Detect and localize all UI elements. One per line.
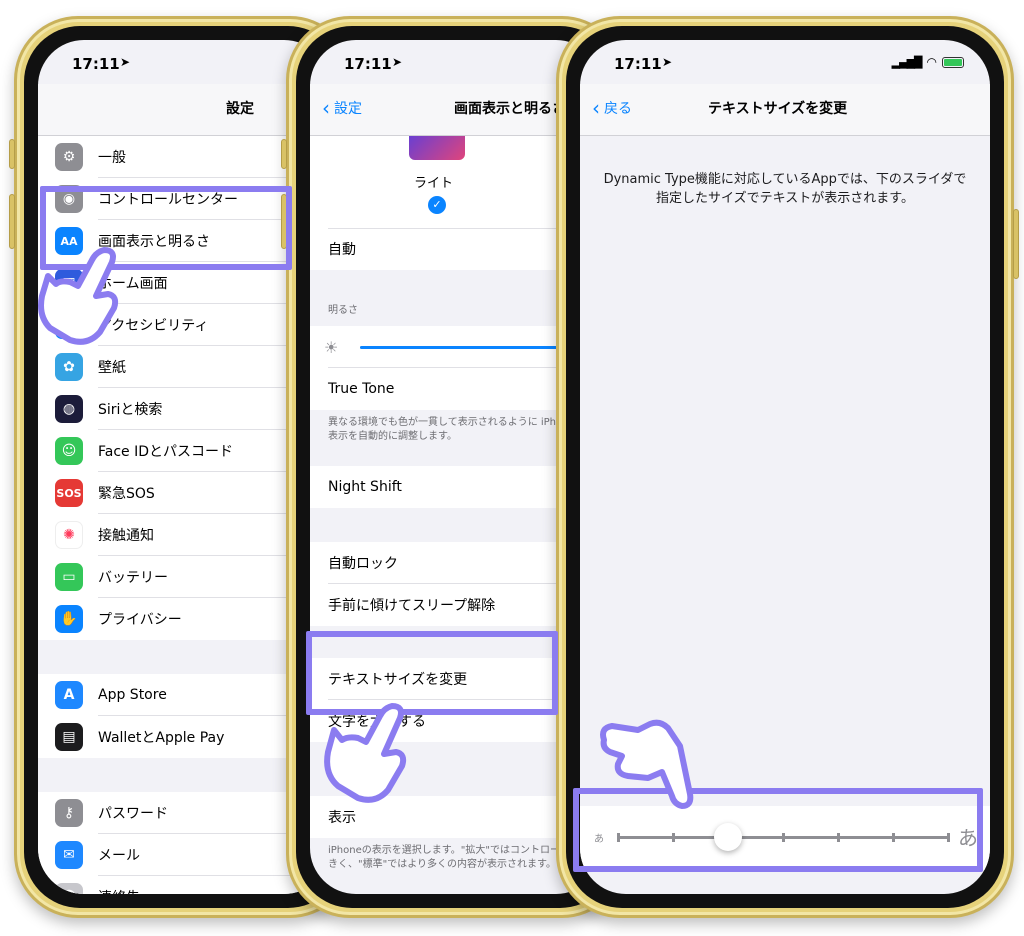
status-time: 17:11 — [344, 55, 392, 73]
back-button[interactable]: ‹ 戻る — [592, 98, 632, 118]
row-label: 接触通知 — [98, 528, 154, 544]
status-time: 17:11 — [614, 55, 662, 73]
chevron-left-icon: ‹ — [592, 96, 600, 120]
battery-icon — [942, 56, 964, 68]
brightness-fill — [360, 346, 578, 349]
page-title: 画面表示と明るさ — [454, 101, 566, 117]
app-store-icon: A — [55, 681, 83, 709]
row-label: 一般 — [98, 150, 126, 166]
pointing-hand-icon — [600, 719, 694, 809]
exposure-icon: ✺ — [55, 521, 83, 549]
row-label: メール — [98, 848, 140, 864]
wifi-icon: ◠ — [926, 55, 937, 69]
status-time: 17:11 — [72, 55, 120, 73]
status-icons: ▂▄▆█ ◠ — [892, 55, 964, 69]
navbar: ‹ 戻る テキストサイズを変更 — [580, 84, 990, 136]
appearance-label: ライト — [414, 176, 454, 191]
row-label: 緊急SOS — [98, 486, 155, 502]
face-id-icon: ☺ — [55, 437, 83, 465]
row-label: 手前に傾けてスリープ解除 — [328, 598, 496, 614]
back-label: 戻る — [604, 101, 632, 117]
row-label: 表示 — [328, 810, 356, 826]
light-mode-preview[interactable] — [409, 136, 465, 160]
row-label: Siriと検索 — [98, 402, 163, 418]
location-arrow-icon: ➤ — [120, 55, 131, 69]
back-label: 設定 — [334, 101, 362, 117]
contacts-icon: ☻ — [55, 883, 83, 894]
row-label: Face IDとパスコード — [98, 444, 234, 460]
sun-icon: ☀ — [324, 337, 339, 357]
pointing-hand-icon — [38, 247, 119, 345]
side-button — [281, 139, 287, 169]
brightness-header: 明るさ — [328, 305, 358, 316]
description-text: Dynamic Type機能に対応しているAppでは、下のスライダで指定したサイ… — [603, 172, 967, 206]
location-arrow-icon: ➤ — [662, 55, 673, 69]
display-note: iPhoneの表示を選択します。"拡大"ではコントロールが大きく、"標準"ではよ… — [328, 845, 590, 870]
side-button — [9, 194, 15, 249]
back-button[interactable]: ‹ 設定 — [322, 98, 362, 118]
pointing-hand-icon — [324, 703, 407, 803]
row-label: プライバシー — [98, 612, 182, 628]
chevron-left-icon: ‹ — [322, 96, 330, 120]
row-label: 自動 — [328, 242, 356, 258]
battery-icon: ▭ — [55, 563, 83, 591]
checkmark-icon[interactable]: ✓ — [428, 196, 446, 214]
row-label: 自動ロック — [328, 556, 398, 572]
wallet-icon: ▤ — [55, 723, 83, 751]
row-label: 連絡先 — [98, 887, 140, 894]
page-title: 設定 — [226, 101, 254, 117]
row-label: Night Shift — [328, 479, 402, 495]
settings-row[interactable]: ☻ 連絡先 — [38, 876, 330, 894]
key-icon: ⚷ — [55, 799, 83, 827]
row-label: バッテリー — [98, 570, 168, 586]
row-label: パスワード — [98, 806, 168, 822]
mail-icon: ✉ — [55, 841, 83, 869]
side-button — [9, 139, 15, 169]
sos-icon: SOS — [55, 479, 83, 507]
row-label: 壁紙 — [98, 360, 126, 376]
signal-icon: ▂▄▆█ — [891, 55, 923, 69]
row-label: App Store — [98, 687, 167, 703]
row-label: True Tone — [328, 381, 395, 397]
siri-icon: ◍ — [55, 395, 83, 423]
gear-icon: ⚙ — [55, 143, 83, 171]
hand-icon: ✋ — [55, 605, 83, 633]
true-tone-note: 異なる環境でも色が一貫して表示されるように iPhoneの表示を自動的に調整しま… — [328, 417, 585, 442]
side-button — [1013, 209, 1019, 279]
page-title: テキストサイズを変更 — [708, 101, 848, 117]
status-bar: 17:11 ➤ ▂▄▆█ ◠ — [580, 40, 990, 84]
location-arrow-icon: ➤ — [392, 55, 403, 69]
wallpaper-icon: ✿ — [55, 353, 83, 381]
row-label: WalletとApple Pay — [98, 730, 225, 746]
